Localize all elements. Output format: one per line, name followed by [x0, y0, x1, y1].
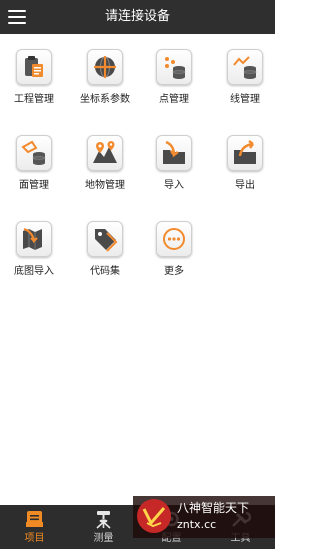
- project-icon: [26, 511, 43, 527]
- watermark-logo-icon: [137, 499, 171, 533]
- tile-label: 点管理: [159, 94, 189, 105]
- tile-export[interactable]: 导出: [215, 120, 275, 191]
- tile-label: 导入: [164, 180, 184, 191]
- tile-import[interactable]: 导入: [144, 120, 204, 191]
- tag-icon: [87, 221, 123, 257]
- tile-feature-management[interactable]: 地物管理: [75, 120, 135, 191]
- tile-label: 线管理: [230, 94, 260, 105]
- tile-coordinate-params[interactable]: 坐标系参数: [75, 34, 135, 105]
- points-database-icon: [156, 49, 192, 85]
- watermark-text: 八神智能天下: [177, 501, 250, 515]
- tile-more[interactable]: 更多: [144, 206, 204, 277]
- tile-surface-management[interactable]: 面管理: [4, 120, 64, 191]
- globe-icon: [87, 49, 123, 85]
- tile-code-set[interactable]: 代码集: [75, 206, 135, 277]
- base-map-icon: [16, 221, 52, 257]
- tile-point-management[interactable]: 点管理: [144, 34, 204, 105]
- tab-project[interactable]: 项目: [0, 505, 69, 549]
- clipboard-icon: [16, 49, 52, 85]
- tile-label: 工程管理: [14, 94, 54, 105]
- tile-label: 地物管理: [85, 180, 125, 191]
- tile-project-management[interactable]: 工程管理: [4, 34, 64, 105]
- line-database-icon: [227, 49, 263, 85]
- page-title: 请连接设备: [104, 9, 170, 24]
- watermark: 八神智能天下 zntx.cc: [133, 496, 275, 538]
- tile-base-map-import[interactable]: 底图导入: [4, 206, 64, 277]
- app-header: 请连接设备: [0, 0, 275, 34]
- survey-icon: [96, 511, 111, 529]
- tile-label: 坐标系参数: [80, 94, 130, 105]
- tile-label: 底图导入: [14, 266, 54, 277]
- tile-label: 更多: [164, 266, 184, 277]
- surface-database-icon: [16, 135, 52, 171]
- more-icon: [156, 221, 192, 257]
- map-pin-icon: [87, 135, 123, 171]
- tab-survey[interactable]: 测量: [69, 505, 138, 549]
- import-folder-icon: [156, 135, 192, 171]
- tile-label: 导出: [235, 180, 255, 191]
- tile-line-management[interactable]: 线管理: [215, 34, 275, 105]
- watermark-url: zntx.cc: [177, 518, 217, 531]
- tab-label: 项目: [24, 533, 45, 544]
- tab-label: 测量: [93, 533, 114, 544]
- export-folder-icon: [227, 135, 263, 171]
- tile-label: 代码集: [90, 266, 120, 277]
- tile-label: 面管理: [19, 180, 49, 191]
